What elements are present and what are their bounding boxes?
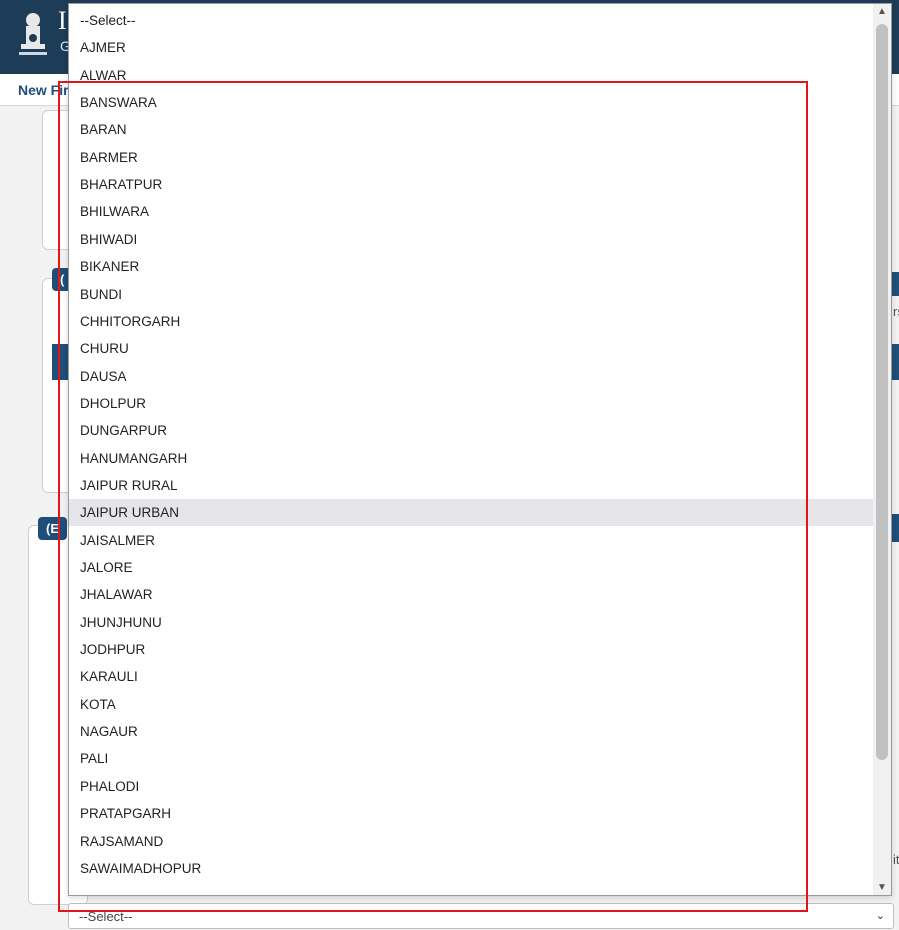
district-option[interactable]: BARMER <box>69 144 873 171</box>
district-option[interactable]: CHHITORGARH <box>69 308 873 335</box>
district-option[interactable]: KOTA <box>69 691 873 718</box>
district-option[interactable]: SAWAIMADHOPUR <box>69 855 873 882</box>
district-option[interactable]: JODHPUR <box>69 636 873 663</box>
district-option[interactable]: JAIPUR RURAL <box>69 472 873 499</box>
district-option[interactable]: JHALAWAR <box>69 581 873 608</box>
district-option[interactable]: CHURU <box>69 335 873 362</box>
india-emblem-icon <box>19 13 47 55</box>
district-option[interactable]: JAIPUR URBAN <box>69 499 873 527</box>
side-text-2: it <box>893 852 899 867</box>
district-option[interactable]: JAISALMER <box>69 527 873 554</box>
district-option[interactable]: BIKANER <box>69 253 873 280</box>
section-tag-e: (E <box>38 517 67 540</box>
district-option[interactable]: BARAN <box>69 116 873 143</box>
district-option[interactable]: DHOLPUR <box>69 390 873 417</box>
district-option[interactable]: RAJSAMAND <box>69 828 873 855</box>
chevron-down-icon: ⌄ <box>875 910 885 922</box>
side-text-1: rs <box>893 304 899 319</box>
nav-link-new-fir[interactable]: New Fir <box>18 82 69 98</box>
next-select-value: --Select-- <box>79 909 133 924</box>
district-option[interactable]: JHUNJHUNU <box>69 609 873 636</box>
chevron-down-icon[interactable]: ▼ <box>873 882 891 893</box>
district-option[interactable]: AJMER <box>69 34 873 61</box>
district-option[interactable]: DUNGARPUR <box>69 417 873 444</box>
district-option[interactable]: PHALODI <box>69 773 873 800</box>
district-option[interactable]: PALI <box>69 745 873 772</box>
scrollbar-thumb[interactable] <box>876 24 888 760</box>
district-option[interactable]: BUNDI <box>69 281 873 308</box>
next-select-field[interactable]: --Select-- ⌄ <box>68 903 894 929</box>
district-option[interactable]: KARAULI <box>69 663 873 690</box>
district-option[interactable]: --Select-- <box>69 7 873 34</box>
district-option[interactable]: PRATAPGARH <box>69 800 873 827</box>
site-title: I <box>58 6 67 35</box>
district-option[interactable]: DAUSA <box>69 363 873 390</box>
district-option[interactable]: HANUMANGARH <box>69 445 873 472</box>
district-option[interactable]: BHILWARA <box>69 198 873 225</box>
chevron-up-icon[interactable]: ▲ <box>873 6 891 17</box>
dropdown-scrollbar[interactable]: ▲ ▼ <box>873 4 891 895</box>
district-option[interactable]: NAGAUR <box>69 718 873 745</box>
district-option[interactable]: JALORE <box>69 554 873 581</box>
district-option[interactable]: BHIWADI <box>69 226 873 253</box>
district-dropdown-list[interactable]: --Select-- AJMER ALWAR BANSWARA BARAN BARMER B… <box>68 3 892 896</box>
district-option[interactable]: BHARATPUR <box>69 171 873 198</box>
district-option[interactable]: BANSWARA <box>69 89 873 116</box>
district-option[interactable]: ALWAR <box>69 62 873 89</box>
